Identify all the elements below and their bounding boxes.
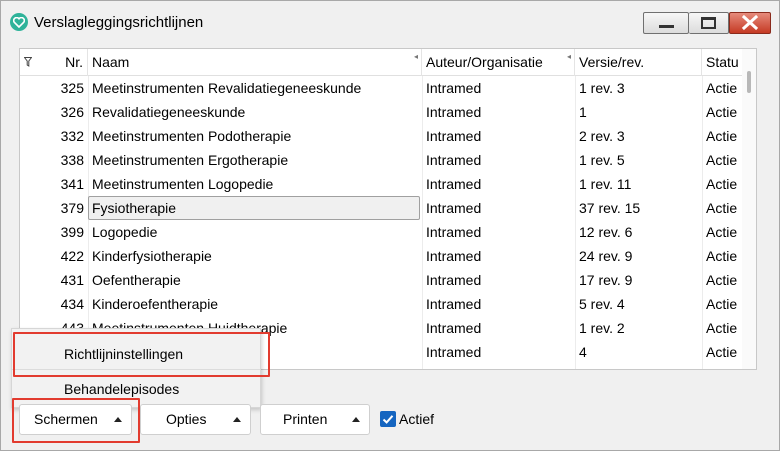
table-row[interactable]: 422 Kinderfysiotherapie Intramed 24 rev. 9 A… <box>20 244 742 268</box>
row-naam: Meetinstrumenten Ergotherapie <box>92 152 289 168</box>
row-status: Actie <box>706 320 738 336</box>
column-header-naam[interactable]: Naam ◂ <box>88 49 422 76</box>
row-nr: 332 <box>60 128 84 144</box>
row-auteur: Intramed <box>426 320 482 336</box>
window-title: Verslagleggingsrichtlijnen <box>34 14 204 31</box>
actief-checkbox[interactable] <box>380 411 396 427</box>
row-status: Actie <box>706 296 738 312</box>
row-versie: 1 rev. 5 <box>579 152 625 168</box>
row-naam: Fysiotherapie <box>92 200 177 216</box>
table-row[interactable]: 326 Revalidatiegeneeskunde Intramed 1 Actie <box>20 100 742 124</box>
table-row[interactable]: 338 Meetinstrumenten Ergotherapie Intramed… <box>20 148 742 172</box>
close-button[interactable] <box>729 12 771 34</box>
row-versie: 1 rev. 3 <box>579 80 625 96</box>
row-auteur: Intramed <box>426 344 482 360</box>
row-status: Actie <box>706 152 738 168</box>
row-nr: 326 <box>60 104 84 120</box>
actief-label[interactable]: Actief <box>399 410 434 428</box>
sort-icon: ◂ <box>566 52 571 61</box>
row-nr: 399 <box>60 224 84 240</box>
table-row[interactable]: 434 Kinderoefentherapie Intramed 5 rev. 4 Ac… <box>20 292 742 316</box>
row-auteur: Intramed <box>426 128 482 144</box>
row-versie: 37 rev. 15 <box>579 200 641 216</box>
row-status: Actie <box>706 128 738 144</box>
close-icon <box>741 14 759 31</box>
column-header-versie[interactable]: Versie/rev. <box>575 49 702 76</box>
table-row[interactable]: 431 Oefentherapie Intramed 17 rev. 9 Actie <box>20 268 742 292</box>
row-naam: Oefentherapie <box>92 272 181 288</box>
window: Verslagleggingsrichtlijnen Nr. Naam ◂ Au… <box>0 0 780 451</box>
row-versie: 12 rev. 6 <box>579 224 633 240</box>
row-versie: 2 rev. 3 <box>579 128 625 144</box>
vertical-scrollbar[interactable] <box>742 49 756 369</box>
row-auteur: Intramed <box>426 272 482 288</box>
row-naam: Kinderfysiotherapie <box>92 248 212 264</box>
grid-header: Nr. Naam ◂ Auteur/Organisatie ◂ Versie/r… <box>20 49 742 76</box>
row-status: Actie <box>706 344 738 360</box>
row-status: Actie <box>706 200 738 216</box>
row-versie: 1 rev. 2 <box>579 320 625 336</box>
row-nr: 338 <box>60 152 84 168</box>
row-naam: Meetinstrumenten Revalidatiegeneeskunde <box>92 80 362 96</box>
heart-icon <box>10 13 28 31</box>
maximize-icon <box>701 17 716 29</box>
row-versie: 1 rev. 11 <box>579 176 632 192</box>
scrollbar-thumb[interactable] <box>747 71 751 93</box>
caret-up-icon <box>233 417 241 422</box>
row-auteur: Intramed <box>426 104 482 120</box>
highlight-annotation <box>12 398 140 443</box>
row-nr: 325 <box>60 80 84 96</box>
row-naam: Meetinstrumenten Podotherapie <box>92 128 292 144</box>
column-header-nr[interactable]: Nr. <box>20 49 88 76</box>
checkmark-icon <box>382 415 394 424</box>
row-status: Actie <box>706 248 738 264</box>
table-row[interactable]: 399 Logopedie Intramed 12 rev. 6 Actie <box>20 220 742 244</box>
row-nr: 422 <box>60 248 84 264</box>
row-auteur: Intramed <box>426 176 482 192</box>
filter-icon[interactable] <box>24 57 32 67</box>
row-auteur: Intramed <box>426 80 482 96</box>
row-auteur: Intramed <box>426 200 482 216</box>
row-status: Actie <box>706 104 738 120</box>
highlight-annotation <box>13 332 270 377</box>
guidelines-grid[interactable]: Nr. Naam ◂ Auteur/Organisatie ◂ Versie/r… <box>19 48 757 370</box>
row-versie: 5 rev. 4 <box>579 296 625 312</box>
table-row[interactable]: 332 Meetinstrumenten Podotherapie Intramed… <box>20 124 742 148</box>
row-status: Actie <box>706 272 738 288</box>
row-versie: 24 rev. 9 <box>579 248 633 264</box>
row-auteur: Intramed <box>426 224 482 240</box>
row-versie: 4 <box>579 344 587 360</box>
row-status: Actie <box>706 224 738 240</box>
row-versie: 1 <box>579 104 587 120</box>
row-naam: Meetinstrumenten Logopedie <box>92 176 274 192</box>
table-row[interactable]: 379 Fysiotherapie Intramed 37 rev. 15 Actie <box>20 196 742 220</box>
printen-button[interactable]: Printen <box>260 404 370 435</box>
minimize-button[interactable] <box>643 12 689 34</box>
row-naam: Logopedie <box>92 224 158 240</box>
table-row[interactable]: 325 Meetinstrumenten Revalidatiegeneeskun… <box>20 76 742 100</box>
row-naam: Revalidatiegeneeskunde <box>92 104 246 120</box>
row-nr: 379 <box>60 200 84 216</box>
row-naam: Kinderoefentherapie <box>92 296 219 312</box>
table-row[interactable]: 341 Meetinstrumenten Logopedie Intramed 1 r… <box>20 172 742 196</box>
column-header-auteur[interactable]: Auteur/Organisatie ◂ <box>422 49 575 76</box>
sort-icon: ◂ <box>413 52 418 61</box>
row-nr: 341 <box>60 176 84 192</box>
row-nr: 434 <box>60 296 84 312</box>
row-versie: 17 rev. 9 <box>579 272 633 288</box>
opties-button[interactable]: Opties <box>140 404 251 435</box>
row-auteur: Intramed <box>426 296 482 312</box>
minimize-icon <box>659 25 674 28</box>
title-bar[interactable]: Verslagleggingsrichtlijnen <box>1 1 779 41</box>
maximize-button[interactable] <box>689 12 729 34</box>
row-auteur: Intramed <box>426 248 482 264</box>
caret-up-icon <box>352 417 360 422</box>
column-header-status[interactable]: Statu <box>702 49 742 76</box>
row-nr: 431 <box>60 272 84 288</box>
row-status: Actie <box>706 176 738 192</box>
row-status: Actie <box>706 80 738 96</box>
row-auteur: Intramed <box>426 152 482 168</box>
